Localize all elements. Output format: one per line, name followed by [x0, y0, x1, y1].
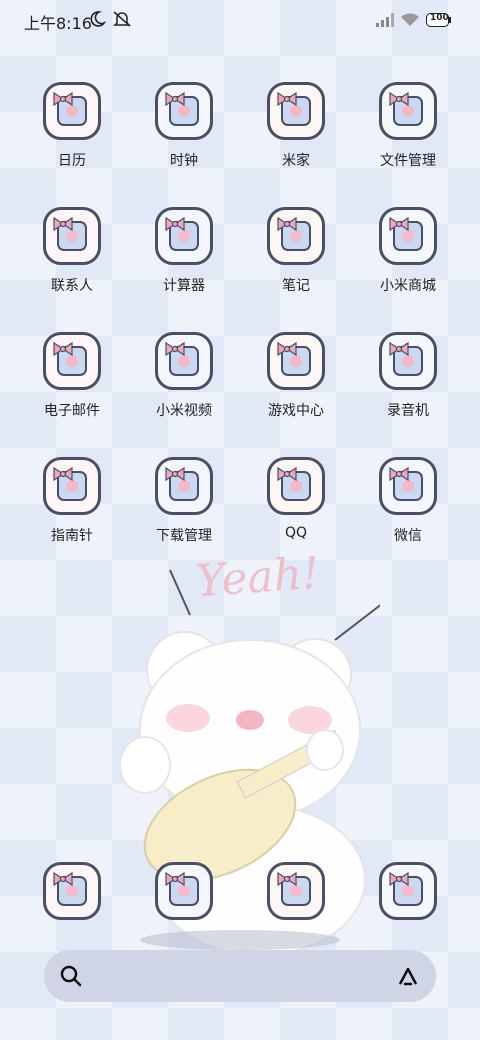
app-label: 联系人	[51, 278, 93, 294]
moon-icon	[88, 10, 107, 32]
search-bar[interactable]	[44, 950, 436, 1002]
app-label: 计算器	[163, 278, 205, 294]
app-label: 微信	[394, 528, 422, 544]
app-download[interactable]: 下载管理	[128, 457, 240, 545]
assistant-icon[interactable]	[396, 964, 420, 992]
app-label: 笔记	[282, 278, 310, 294]
app-store[interactable]: 小米商城	[352, 207, 464, 295]
notes-icon	[267, 207, 325, 265]
app-folder[interactable]: 文件管理	[352, 82, 464, 170]
search-icon	[60, 965, 82, 991]
battery-level: 100	[430, 13, 449, 23]
download-icon	[155, 457, 213, 515]
wechat-icon	[379, 457, 437, 515]
app-clock[interactable]: 时钟	[128, 82, 240, 170]
gamepad-icon	[267, 332, 325, 390]
app-label: 小米商城	[380, 278, 436, 294]
store-icon	[379, 207, 437, 265]
signal-icon	[376, 12, 396, 31]
dock-messages[interactable]	[128, 862, 240, 920]
app-label: QQ	[284, 525, 308, 541]
app-gamepad[interactable]: 游戏中心	[240, 332, 352, 420]
contacts-icon	[43, 207, 101, 265]
app-qq[interactable]: QQ	[240, 457, 352, 541]
app-label: 日历	[58, 153, 86, 169]
phone-icon	[43, 862, 101, 920]
compass-icon	[43, 457, 101, 515]
app-contacts[interactable]: 联系人	[16, 207, 128, 295]
app-wechat[interactable]: 微信	[352, 457, 464, 545]
app-label: 指南针	[51, 528, 93, 544]
app-label: 小米视频	[156, 403, 212, 419]
wifi-icon	[400, 11, 420, 30]
app-recorder[interactable]: 录音机	[352, 332, 464, 420]
mute-bell-icon	[112, 10, 132, 32]
mijia-icon	[267, 82, 325, 140]
app-email[interactable]: 电子邮件	[16, 332, 128, 420]
app-label: 米家	[282, 153, 310, 169]
app-calculator[interactable]: 计算器	[128, 207, 240, 295]
video-icon	[155, 332, 213, 390]
clock-icon	[155, 82, 213, 140]
app-label: 时钟	[170, 153, 198, 169]
app-notes[interactable]: 笔记	[240, 207, 352, 295]
dock-camera[interactable]	[352, 862, 464, 920]
calendar-icon	[43, 82, 101, 140]
app-label: 下载管理	[156, 528, 212, 544]
app-label: 文件管理	[380, 153, 436, 169]
browser-icon	[267, 862, 325, 920]
status-bar: 上午8:16 100	[0, 0, 480, 40]
folder-icon	[379, 82, 437, 140]
app-label: 录音机	[387, 403, 429, 419]
calculator-icon	[155, 207, 213, 265]
status-time: 上午8:16	[24, 14, 92, 33]
app-mijia[interactable]: 米家	[240, 82, 352, 170]
camera-icon	[379, 862, 437, 920]
app-compass[interactable]: 指南针	[16, 457, 128, 545]
messages-icon	[155, 862, 213, 920]
dock-phone[interactable]	[16, 862, 128, 920]
dock-browser[interactable]	[240, 862, 352, 920]
email-icon	[43, 332, 101, 390]
app-label: 游戏中心	[268, 403, 324, 419]
app-calendar[interactable]: 日历	[16, 82, 128, 170]
qq-icon	[267, 457, 325, 515]
app-label: 电子邮件	[44, 403, 100, 419]
recorder-icon	[379, 332, 437, 390]
app-video[interactable]: 小米视频	[128, 332, 240, 420]
